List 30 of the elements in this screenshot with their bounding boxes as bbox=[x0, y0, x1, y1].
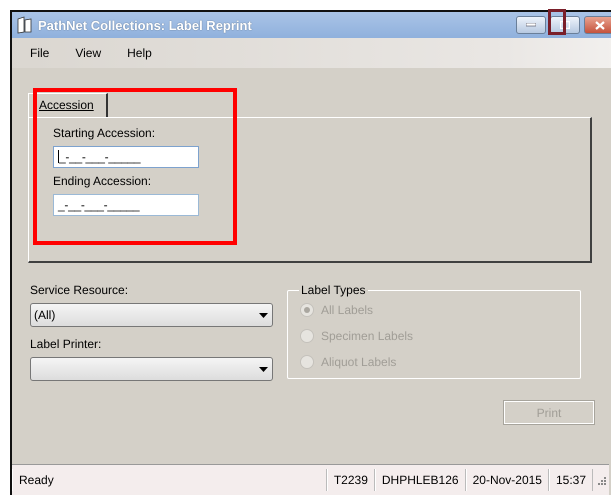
close-icon bbox=[595, 20, 605, 30]
status-panel: 15:37 bbox=[548, 469, 593, 491]
field-label: Starting Accession: bbox=[53, 126, 156, 140]
status-panel: Ready bbox=[12, 469, 327, 491]
menu-item[interactable]: View bbox=[75, 46, 102, 60]
window-title: PathNet Collections: Label Reprint bbox=[38, 18, 253, 32]
menu-item[interactable]: Help bbox=[127, 46, 152, 60]
input-field[interactable]: _-__-___-_____ bbox=[53, 146, 199, 168]
group-title: Label Types bbox=[300, 283, 366, 297]
app-icon bbox=[16, 16, 34, 34]
dropdown[interactable]: (All) bbox=[30, 303, 273, 327]
caret-icon bbox=[259, 366, 268, 372]
field-label: Label Printer: bbox=[30, 337, 102, 351]
tab[interactable]: Accession bbox=[28, 93, 108, 117]
status-panel: DHPHLEB126 bbox=[374, 469, 466, 491]
resize-grip-icon bbox=[596, 475, 606, 485]
text-cursor bbox=[58, 150, 59, 163]
status-panel: T2239 bbox=[326, 469, 375, 491]
menu-item[interactable]: File bbox=[30, 46, 50, 60]
highlight-frame bbox=[548, 9, 566, 35]
dropdown[interactable] bbox=[30, 357, 273, 381]
close-button[interactable] bbox=[584, 16, 611, 34]
minimize-button[interactable] bbox=[516, 16, 546, 34]
caret-icon bbox=[259, 312, 268, 318]
field-label: Service Resource: bbox=[30, 283, 130, 297]
maximize-icon bbox=[560, 21, 570, 29]
input-field[interactable]: _-__-___-_____ bbox=[53, 194, 199, 216]
minimize-icon bbox=[526, 23, 536, 27]
status-panel: 20-Nov-2015 bbox=[466, 469, 549, 491]
field-label: Ending Accession: bbox=[53, 174, 152, 188]
